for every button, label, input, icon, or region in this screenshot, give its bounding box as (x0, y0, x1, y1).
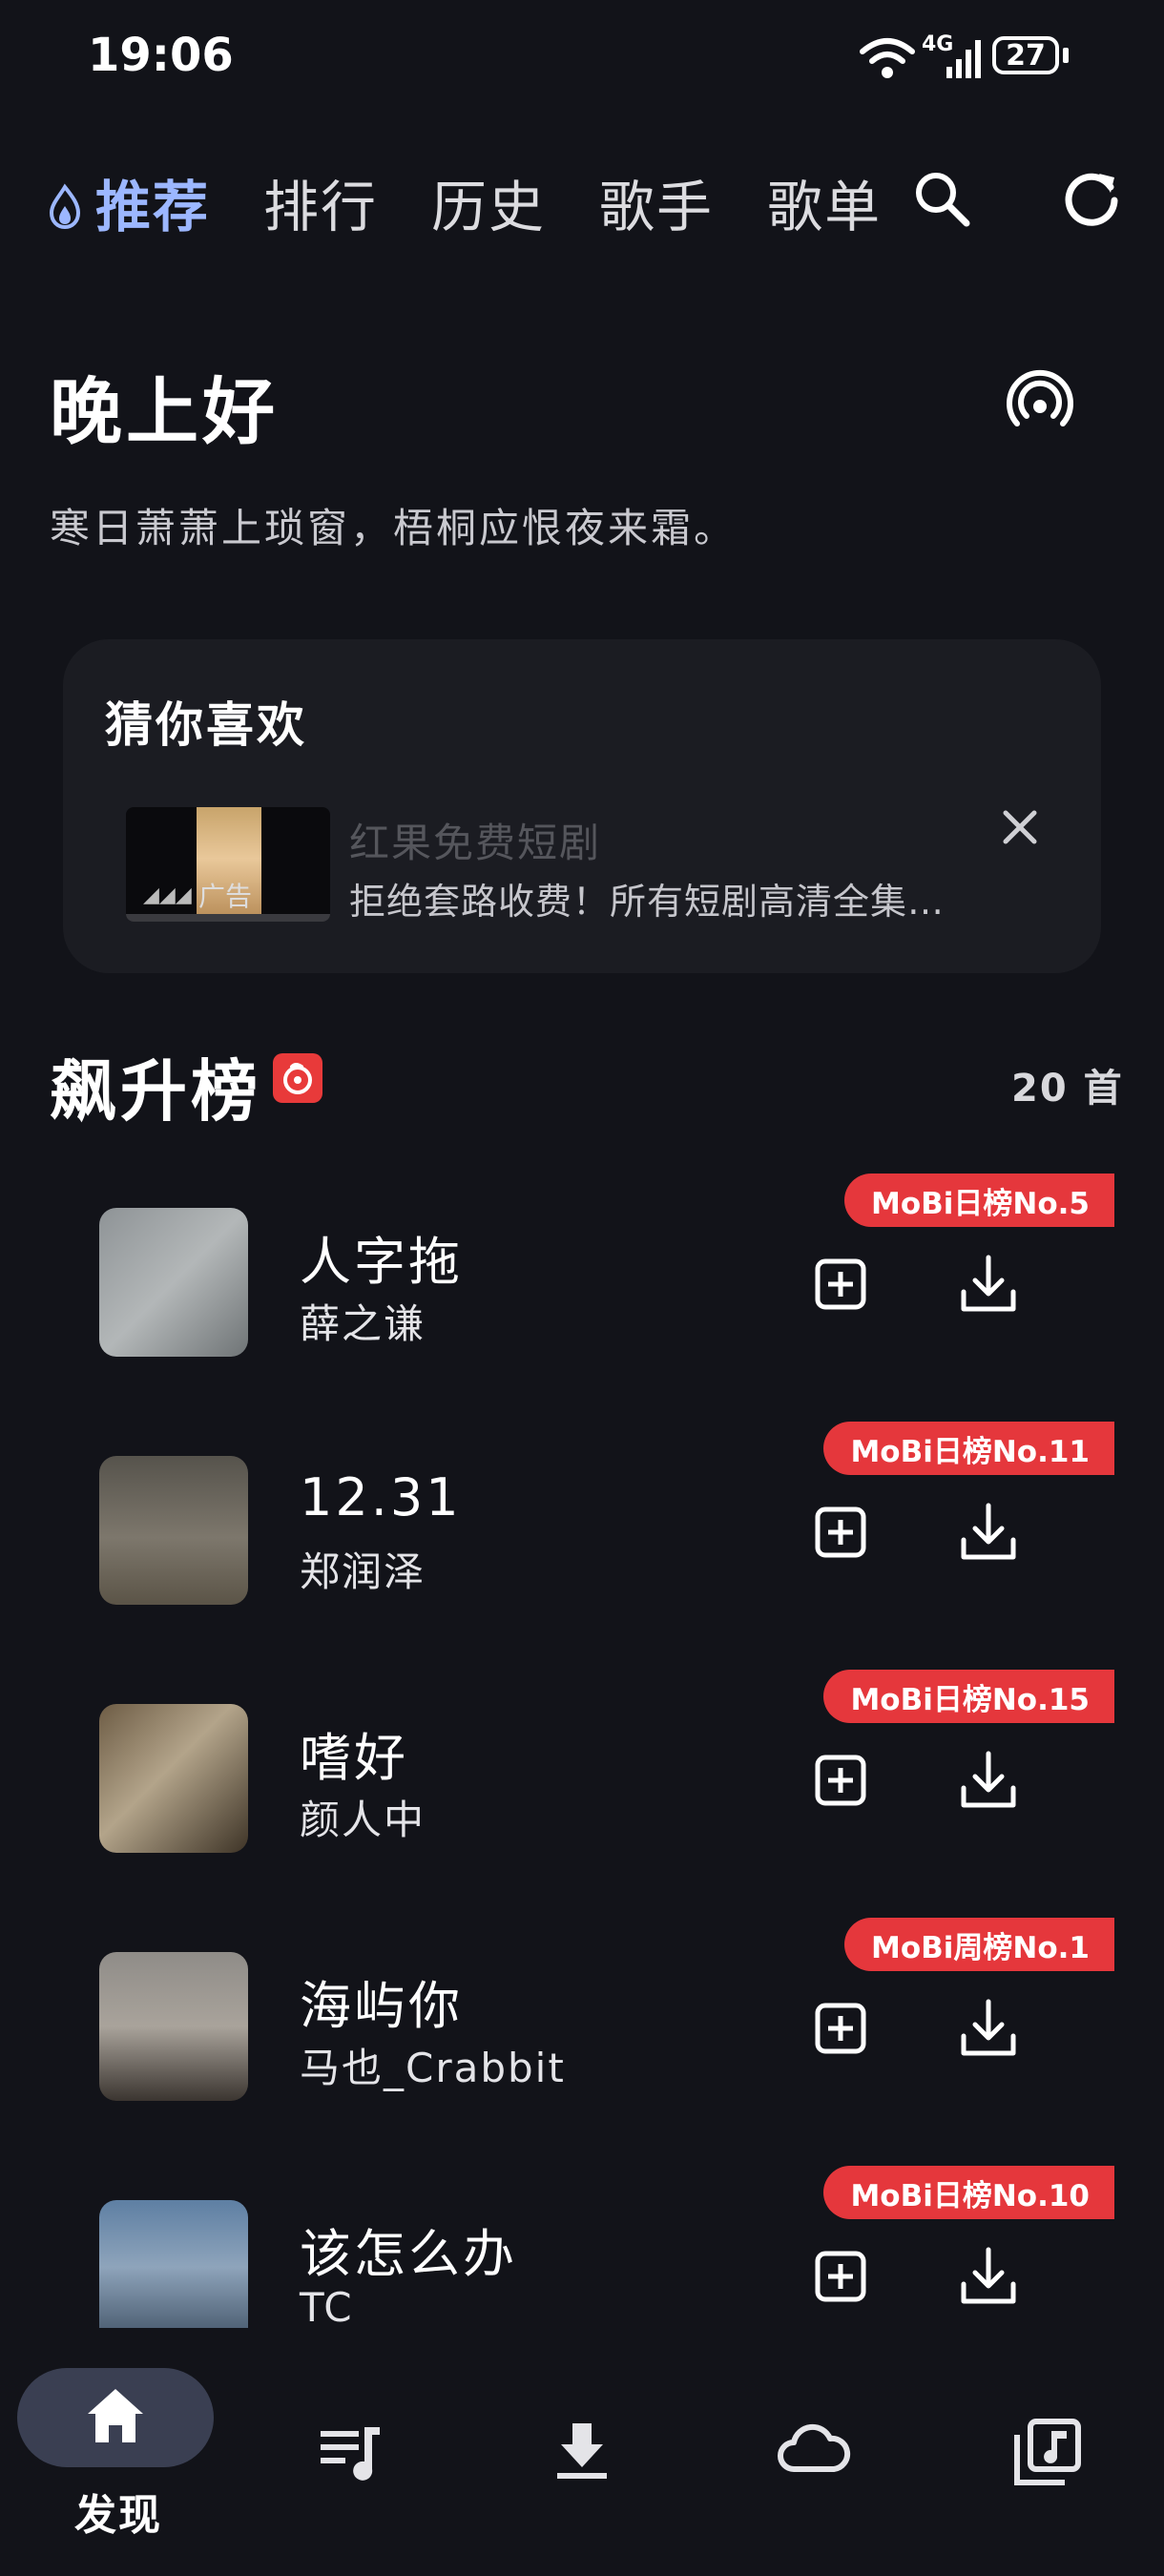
add-to-playlist-icon[interactable] (814, 2250, 867, 2303)
download-icon[interactable] (958, 1254, 1019, 1315)
netease-music-icon (273, 1053, 322, 1103)
status-time: 19:06 (88, 29, 234, 82)
rank-badge: MoBi日榜No.11 (823, 1422, 1114, 1475)
home-icon (82, 2383, 149, 2450)
greeting-poem: 寒日萧萧上琐窗，梧桐应恨夜来霜。 (50, 505, 738, 551)
rank-badge: MoBi日榜No.5 (844, 1174, 1114, 1227)
song-count: 20 首 (1011, 1067, 1124, 1111)
song-title: 海屿你 (300, 1976, 463, 2036)
song-row[interactable]: MoBi日榜No.11 12.31 郑润泽 (0, 1422, 1164, 1670)
album-cover[interactable] (99, 1704, 248, 1853)
album-cover[interactable] (99, 1456, 248, 1605)
battery-cap (1063, 48, 1069, 63)
album-cover[interactable] (99, 1208, 248, 1357)
chart-title[interactable]: 飙升榜 (50, 1038, 261, 1134)
ad-tag: 广告 (198, 881, 253, 912)
tab-singers[interactable]: 歌手 (599, 162, 714, 242)
refresh-icon[interactable] (1061, 168, 1122, 229)
flame-icon (48, 183, 82, 229)
download-icon[interactable] (958, 1998, 1019, 2059)
recommend-title: 猜你喜欢 (105, 697, 307, 753)
download-nav-icon[interactable] (548, 2418, 616, 2486)
song-title: 嗜好 (300, 1728, 408, 1788)
battery-indicator: 27 (992, 36, 1059, 74)
song-artist: TC (300, 2284, 354, 2331)
ad-progress-bar (126, 914, 330, 922)
song-title: 人字拖 (300, 1232, 463, 1292)
rank-badge: MoBi周榜No.1 (844, 1918, 1114, 1971)
radio-broadcast-icon[interactable] (1002, 363, 1078, 439)
search-icon[interactable] (911, 168, 972, 229)
rank-badge: MoBi日榜No.10 (823, 2166, 1114, 2219)
song-artist: 马也_Crabbit (300, 2045, 566, 2091)
playlist-queue-icon[interactable] (317, 2418, 385, 2486)
signal-icon (946, 38, 985, 78)
tab-playlists[interactable]: 歌单 (767, 162, 882, 242)
add-to-playlist-icon[interactable] (814, 1257, 867, 1311)
tab-history[interactable]: 历史 (431, 162, 546, 242)
add-to-playlist-icon[interactable] (814, 2002, 867, 2055)
song-row[interactable]: MoBi日榜No.15 嗜好 颜人中 (0, 1670, 1164, 1918)
song-row[interactable]: MoBi日榜No.5 人字拖 薛之谦 (0, 1174, 1164, 1422)
download-icon[interactable] (958, 2246, 1019, 2307)
ad-description[interactable]: 拒绝套路收费！所有短剧高清全集，... (349, 872, 969, 924)
album-cover[interactable] (99, 2200, 248, 2349)
cloud-icon[interactable] (775, 2414, 851, 2483)
close-icon[interactable] (998, 805, 1042, 849)
music-library-icon[interactable] (1013, 2418, 1082, 2486)
rank-badge: MoBi日榜No.15 (823, 1670, 1114, 1723)
tab-recommend[interactable]: 推荐 (95, 162, 210, 242)
song-row[interactable]: MoBi周榜No.1 海屿你 马也_Crabbit (0, 1918, 1164, 2166)
top-tab-bar: 推荐 排行 历史 歌手 歌单 (48, 162, 935, 242)
song-artist: 郑润泽 (300, 1548, 426, 1595)
wifi-icon (859, 34, 916, 82)
ad-title[interactable]: 红果免费短剧 (349, 811, 601, 869)
song-title: 该怎么办 (300, 2224, 517, 2284)
song-artist: 颜人中 (300, 1797, 426, 1843)
nav-discover-label: 发现 (74, 2491, 162, 2540)
song-artist: 薛之谦 (300, 1300, 426, 1347)
download-icon[interactable] (958, 1502, 1019, 1563)
ad-logo-icon: ◢◢◢ (143, 883, 192, 907)
download-icon[interactable] (958, 1750, 1019, 1811)
greeting-title: 晚上好 (50, 369, 279, 454)
ad-thumbnail[interactable]: ◢◢◢ 广告 (126, 807, 330, 922)
album-cover[interactable] (99, 1952, 248, 2101)
song-title: 12.31 (300, 1467, 462, 1527)
add-to-playlist-icon[interactable] (814, 1506, 867, 1559)
tab-ranking[interactable]: 排行 (263, 162, 378, 242)
add-to-playlist-icon[interactable] (814, 1754, 867, 1807)
